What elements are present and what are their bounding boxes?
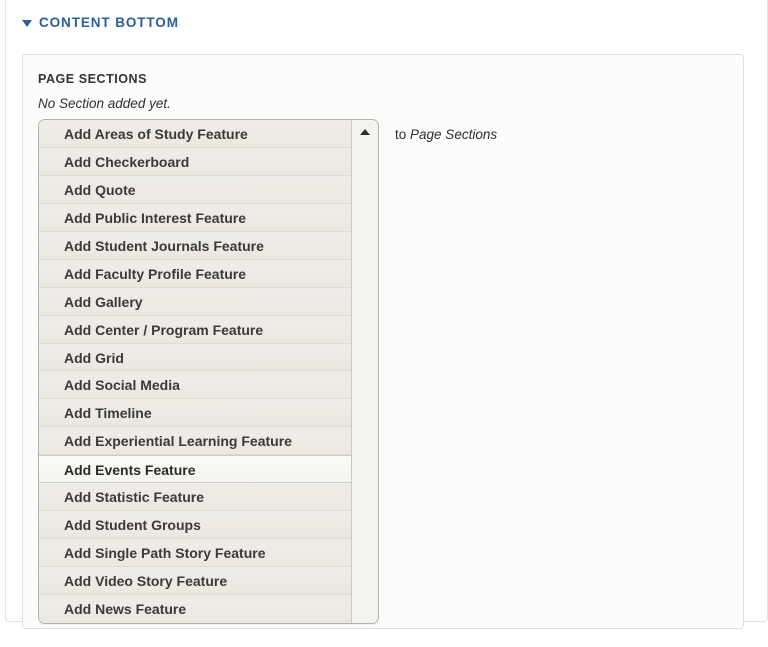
no-section-message: No Section added yet. bbox=[38, 96, 171, 111]
add-target-label: to Page Sections bbox=[395, 127, 497, 142]
option-item[interactable]: Add Single Path Story Feature bbox=[39, 539, 351, 568]
option-item[interactable]: Add Grid bbox=[39, 343, 351, 372]
page-sections-title: PAGE SECTIONS bbox=[38, 72, 148, 86]
option-item[interactable]: Add Events Feature bbox=[39, 455, 351, 484]
triangle-up-icon[interactable] bbox=[360, 129, 370, 135]
option-item[interactable]: Add Student Journals Feature bbox=[39, 231, 351, 260]
option-item[interactable]: Add Faculty Profile Feature bbox=[39, 259, 351, 288]
option-item[interactable]: Add Statistic Feature bbox=[39, 483, 351, 512]
option-item[interactable]: Add Gallery bbox=[39, 287, 351, 316]
option-item[interactable]: Add Areas of Study Feature bbox=[39, 120, 351, 148]
triangle-down-icon[interactable] bbox=[22, 19, 32, 27]
option-item[interactable]: Add Public Interest Feature bbox=[39, 203, 351, 232]
page-root: CONTENT BOTTOM PAGE SECTIONS No Section … bbox=[0, 0, 768, 647]
option-item[interactable]: Add Experiential Learning Feature bbox=[39, 427, 351, 456]
option-item[interactable]: Add News Feature bbox=[39, 594, 351, 623]
page-sections-panel: PAGE SECTIONS No Section added yet. Add … bbox=[22, 54, 744, 629]
content-bottom-section-header[interactable]: CONTENT BOTTOM bbox=[22, 15, 179, 30]
add-section-select[interactable]: Add Areas of Study Feature Add Checkerboa… bbox=[38, 119, 379, 624]
select-scrollbar[interactable] bbox=[351, 120, 378, 623]
target-section-name: Page Sections bbox=[410, 127, 498, 142]
section-header-label: CONTENT BOTTOM bbox=[39, 15, 179, 30]
option-item[interactable]: Add Timeline bbox=[39, 399, 351, 428]
option-item[interactable]: Add Checkerboard bbox=[39, 147, 351, 176]
option-item[interactable]: Add Quote bbox=[39, 175, 351, 204]
option-item[interactable]: Add Center / Program Feature bbox=[39, 315, 351, 344]
option-item[interactable]: Add Video Story Feature bbox=[39, 567, 351, 595]
option-item[interactable]: Add Social Media bbox=[39, 371, 351, 400]
add-section-option-list[interactable]: Add Areas of Study Feature Add Checkerboa… bbox=[39, 120, 351, 623]
to-prefix-text: to bbox=[395, 127, 407, 142]
option-item[interactable]: Add Student Groups bbox=[39, 511, 351, 540]
